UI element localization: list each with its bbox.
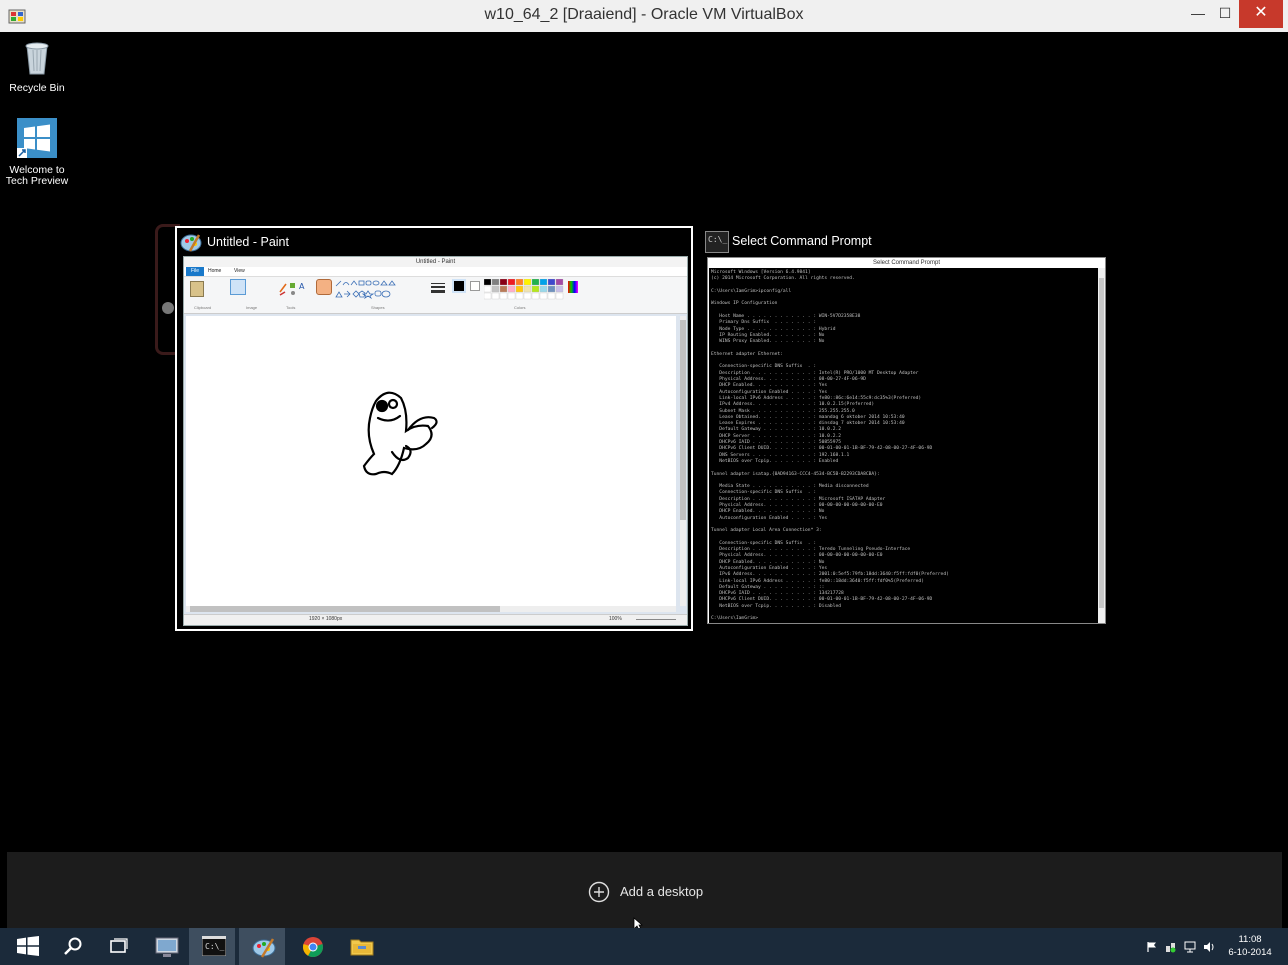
paint-hscrollbar[interactable] <box>186 606 676 612</box>
network-icon[interactable] <box>1184 941 1196 953</box>
cmd-taskbar-button[interactable]: C:\_ <box>189 928 235 965</box>
cmd-icon: C:\_ <box>705 231 729 253</box>
color1-swatch[interactable] <box>452 279 466 293</box>
cmd-window-preview[interactable]: Select Command Prompt Microsoft Windows … <box>707 257 1106 624</box>
paint-canvas[interactable] <box>186 316 676 606</box>
cmd-card-label[interactable]: Select Command Prompt <box>732 234 872 248</box>
windows-tile-icon <box>2 118 72 161</box>
desktop-icon-welcome[interactable]: Welcome to Tech Preview <box>2 118 72 187</box>
desktop-icon-recycle-bin[interactable]: Recycle Bin <box>2 38 72 94</box>
task-view-icon <box>110 938 128 953</box>
paint-statusbar: 1920 × 1080px 100% <box>184 614 687 625</box>
desktop-icon-label: Recycle Bin <box>9 82 65 94</box>
paint-tab-home[interactable]: Home <box>208 268 221 274</box>
paint-card-label: Untitled - Paint <box>207 235 289 249</box>
paint-window-title: Untitled - Paint <box>415 259 456 265</box>
paint-ribbon: A Clipboard Image Tools Shapes Colors <box>184 277 687 314</box>
network-status-icon[interactable] <box>1165 941 1177 953</box>
paint-workspace <box>184 314 687 614</box>
add-desktop-bar: Add a desktop <box>7 852 1282 930</box>
paint-tab-file[interactable]: File <box>186 267 204 276</box>
status-zoom: 100% <box>609 616 622 622</box>
task-view-paint-card[interactable]: Untitled - Paint Untitled - Paint File H… <box>175 226 693 631</box>
paint-tabs: File Home View <box>184 267 687 277</box>
add-desktop-label: Add a desktop <box>620 884 704 899</box>
cmd-titlebar: Select Command Prompt <box>708 258 1105 268</box>
color-palette[interactable] <box>484 279 580 301</box>
search-icon <box>64 937 82 955</box>
paint-taskbar-button[interactable] <box>239 928 285 965</box>
paint-tab-view[interactable]: View <box>234 268 245 274</box>
group-tools: Tools <box>286 305 296 310</box>
svg-text:C:\_: C:\_ <box>205 942 224 951</box>
task-view-button[interactable] <box>96 928 142 965</box>
recycle-bin-icon <box>2 38 72 79</box>
control-panel-icon <box>155 937 179 957</box>
group-image: Image <box>246 305 258 310</box>
maximize-button[interactable]: ☐ <box>1211 0 1239 28</box>
cmd-scrollbar[interactable] <box>1098 268 1105 623</box>
close-button[interactable]: ✕ <box>1239 0 1283 28</box>
select-icon[interactable] <box>230 279 246 295</box>
drawing-dickbutt <box>362 391 438 476</box>
host-titlebar: w10_64_2 [Draaiend] - Oracle VM VirtualB… <box>0 0 1288 32</box>
size-icon[interactable] <box>431 280 445 294</box>
shapes-gallery[interactable] <box>334 279 396 301</box>
chrome-button[interactable] <box>289 928 335 965</box>
cmd-icon: C:\_ <box>202 936 226 956</box>
flag-icon[interactable] <box>1146 941 1158 953</box>
group-shapes: Shapes <box>371 305 385 310</box>
zoom-slider[interactable] <box>636 619 676 620</box>
search-button[interactable] <box>50 928 96 965</box>
add-desktop-button[interactable]: Add a desktop <box>588 881 756 905</box>
paint-icon <box>252 938 276 958</box>
cmd-output: Microsoft Windows [Version 6.4.9841] (c)… <box>711 270 949 622</box>
chrome-icon <box>303 937 323 958</box>
clock[interactable]: 11:08 6-10-2014 <box>1222 933 1278 959</box>
file-explorer-icon <box>350 939 374 956</box>
clock-date: 6-10-2014 <box>1228 947 1272 958</box>
paint-vscrollbar[interactable] <box>680 316 686 606</box>
brushes-icon[interactable] <box>316 279 332 295</box>
status-image-size: 1920 × 1080px <box>309 616 343 622</box>
tools-icons[interactable]: A <box>278 280 310 296</box>
cmd-console[interactable]: Microsoft Windows [Version 6.4.9841] (c)… <box>709 268 1098 623</box>
taskbar: C:\_ 11:08 6-10-2014 <box>0 928 1288 965</box>
start-icon <box>17 936 39 956</box>
ghost-window-dot <box>162 302 174 314</box>
paint-icon <box>180 231 202 253</box>
svg-text:A: A <box>299 282 305 291</box>
paint-window-preview: Untitled - Paint File Home View A Clipbo… <box>183 256 688 626</box>
group-clipboard: Clipboard <box>194 305 212 310</box>
cmd-window-title: Select Command Prompt <box>872 260 941 266</box>
plus-circle-icon <box>588 881 610 903</box>
paste-icon[interactable] <box>190 281 204 297</box>
host-window-title: w10_64_2 [Draaiend] - Oracle VM VirtualB… <box>484 6 804 23</box>
volume-icon[interactable] <box>1203 941 1215 953</box>
control-panel-button[interactable] <box>142 928 188 965</box>
file-explorer-button[interactable] <box>337 928 383 965</box>
start-button[interactable] <box>4 928 50 965</box>
desktop-icon-label: Welcome to Tech Preview <box>5 164 69 187</box>
group-colors: Colors <box>514 305 526 310</box>
clock-time: 11:08 <box>1238 934 1262 945</box>
paint-titlebar: Untitled - Paint <box>184 257 687 267</box>
color2-swatch[interactable] <box>470 281 480 291</box>
minimize-button[interactable]: — <box>1185 0 1211 28</box>
